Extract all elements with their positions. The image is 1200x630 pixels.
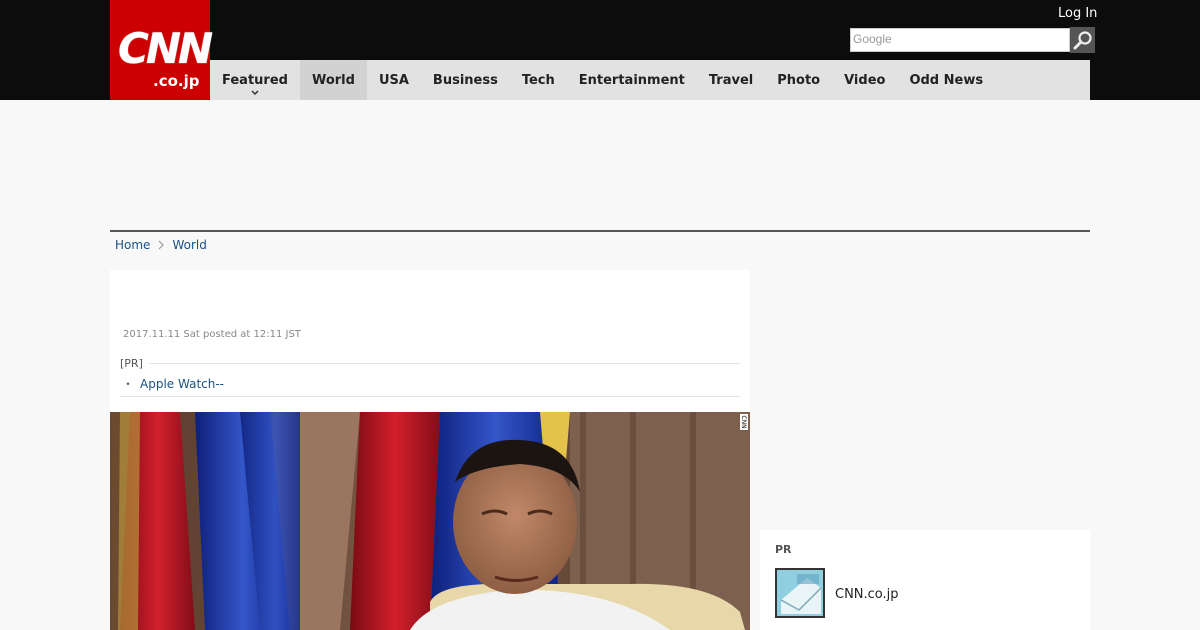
sidebar-item-link[interactable]: CNN.co.jp — [835, 587, 899, 602]
nav-item-photo[interactable]: Photo — [765, 60, 832, 100]
nav-item-label: Video — [844, 72, 886, 88]
nav-item-label: Odd News — [909, 72, 984, 88]
main-nav: Featured World USA Business Tech Enterta… — [210, 60, 1090, 100]
cnn-logo[interactable]: CNN .co.jp — [110, 0, 213, 100]
search-button[interactable] — [1070, 27, 1095, 53]
nav-item-world[interactable]: World — [299, 60, 367, 100]
chevron-down-icon — [251, 90, 259, 96]
sidebar-title: PR — [775, 543, 792, 556]
nav-item-entertainment[interactable]: Entertainment — [567, 60, 697, 100]
chevron-right-icon — [159, 240, 165, 250]
pr-link[interactable]: ・ Apple Watch-- — [122, 375, 224, 392]
pr-box: [PR] ・ Apple Watch-- — [120, 357, 740, 397]
nav-item-label: Tech — [521, 72, 555, 88]
nav-item-label: World — [311, 72, 355, 88]
post-timestamp: 2017.11.11 Sat posted at 12:11 JST — [123, 329, 301, 340]
photo-watermark: CNN — [740, 415, 747, 428]
nav-item-label: Entertainment — [578, 72, 685, 88]
article-photo: CNN — [110, 412, 750, 630]
login-link[interactable]: Log In — [1058, 6, 1097, 21]
nav-item-video[interactable]: Video — [832, 60, 897, 100]
nav-item-label: Featured — [222, 72, 288, 88]
bullet: ・ — [122, 377, 135, 391]
nav-item-business[interactable]: Business — [421, 60, 510, 100]
search-input[interactable]: Google — [850, 28, 1070, 52]
breadcrumb-home-link[interactable]: Home — [115, 238, 150, 252]
mail-thumbnail-icon[interactable] — [775, 568, 825, 618]
logo-domain: .co.jp — [153, 72, 200, 90]
nav-item-usa[interactable]: USA — [367, 60, 421, 100]
nav-item-tech[interactable]: Tech — [510, 60, 567, 100]
nav-item-travel[interactable]: Travel — [697, 60, 765, 100]
section-divider — [110, 230, 1090, 232]
breadcrumb-world-link[interactable]: World — [172, 238, 206, 252]
breadcrumb: Home World — [115, 238, 207, 252]
article-card: 2017.11.11 Sat posted at 12:11 JST [PR] … — [110, 270, 750, 630]
sidebar-pr-box: PR CNN.co.jp — [760, 530, 1090, 630]
pr-link-text: Apple Watch-- — [140, 377, 225, 391]
nav-item-odd-news[interactable]: Odd News — [897, 60, 995, 100]
nav-item-label: Business — [432, 72, 498, 88]
nav-item-label: USA — [378, 72, 409, 88]
magnifier-icon — [1073, 31, 1092, 50]
nav-item-label: Travel — [708, 72, 754, 88]
pr-tag: [PR] — [120, 357, 149, 370]
logo-text: CNN — [118, 24, 213, 73]
nav-item-label: Photo — [777, 72, 821, 88]
photo-image: CNN — [110, 412, 750, 630]
nav-item-featured[interactable]: Featured — [210, 60, 300, 100]
